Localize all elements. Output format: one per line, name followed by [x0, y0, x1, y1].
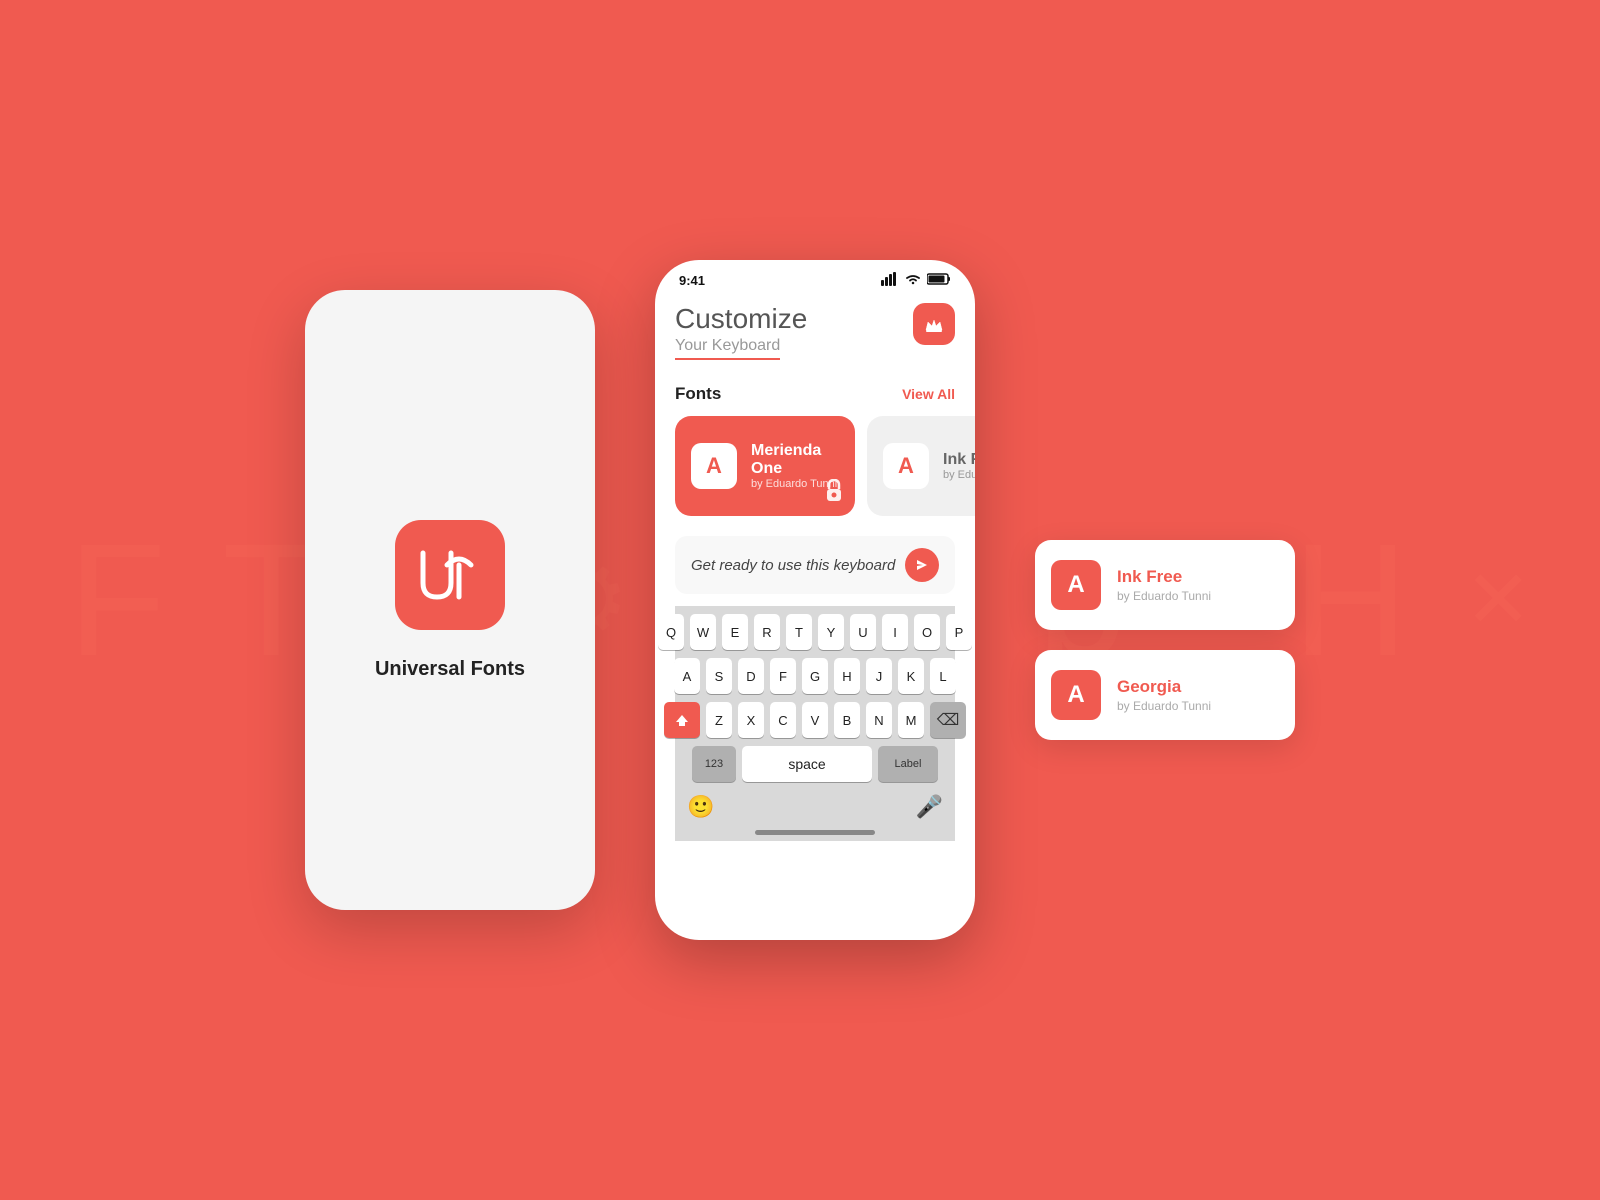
key-q[interactable]: Q	[658, 614, 684, 650]
send-button[interactable]	[905, 548, 939, 582]
main-content: Universal Fonts 9:41	[305, 260, 1295, 940]
float-font-author-inkfree: by Eduardo Tunni	[1117, 589, 1211, 603]
keyboard: Q W E R T Y U I O P A S D F G H	[675, 606, 955, 841]
key-d[interactable]: D	[738, 658, 764, 694]
key-r[interactable]: R	[754, 614, 780, 650]
float-a-icon-inkfree: A	[1051, 560, 1101, 610]
float-font-name-inkfree: Ink Free	[1117, 567, 1211, 587]
bg-letter: H	[1293, 520, 1409, 680]
keyboard-bottom-bar: 🙂 🎤	[679, 790, 951, 824]
key-g[interactable]: G	[802, 658, 828, 694]
key-h[interactable]: H	[834, 658, 860, 694]
float-font-info-georgia: Georgia by Eduardo Tunni	[1117, 677, 1211, 713]
app-name: Universal Fonts	[375, 658, 525, 681]
fonts-label: Fonts	[675, 384, 721, 404]
fonts-list: A Merienda One by Eduardo Tunni A	[675, 416, 955, 516]
space-key[interactable]: space	[742, 746, 872, 782]
fonts-section-header: Fonts View All	[675, 384, 955, 404]
bg-letter: F	[68, 520, 166, 680]
crown-button[interactable]	[913, 303, 955, 345]
key-m[interactable]: M	[898, 702, 924, 738]
key-j[interactable]: J	[866, 658, 892, 694]
font-a-icon: A	[691, 443, 737, 489]
key-l[interactable]: L	[930, 658, 956, 694]
keyboard-row-3: Z X C V B N M ⌫	[679, 702, 951, 738]
key-e[interactable]: E	[722, 614, 748, 650]
key-u[interactable]: U	[850, 614, 876, 650]
keyboard-row-2: A S D F G H J K L	[679, 658, 951, 694]
phone-content: Customize Your Keyboard Fonts View All	[655, 295, 975, 940]
key-x[interactable]: X	[738, 702, 764, 738]
floating-cards-container: A Ink Free by Eduardo Tunni A Georgia by…	[1035, 460, 1295, 740]
key-w[interactable]: W	[690, 614, 716, 650]
splash-phone: Universal Fonts	[305, 290, 595, 910]
float-font-author-georgia: by Eduardo Tunni	[1117, 699, 1211, 713]
key-f[interactable]: F	[770, 658, 796, 694]
key-b[interactable]: B	[834, 702, 860, 738]
emoji-key[interactable]: 🙂	[687, 794, 714, 820]
font-card-inkfree[interactable]: A Ink Free by Eduardo Tunni	[867, 416, 975, 516]
label-key[interactable]: Label	[878, 746, 938, 782]
key-i[interactable]: I	[882, 614, 908, 650]
app-icon	[395, 520, 505, 630]
input-text: Get ready to use this keyboard	[691, 557, 895, 574]
key-c[interactable]: C	[770, 702, 796, 738]
font-name: Merienda One	[751, 442, 839, 478]
key-a[interactable]: A	[674, 658, 700, 694]
wifi-icon	[905, 273, 921, 288]
home-indicator	[755, 830, 875, 835]
lock-icon	[825, 479, 843, 506]
shift-key[interactable]	[664, 702, 700, 738]
text-input-area[interactable]: Get ready to use this keyboard	[675, 536, 955, 594]
font-author-inactive: by Eduardo Tunni	[943, 469, 975, 481]
float-card-inkfree[interactable]: A Ink Free by Eduardo Tunni	[1035, 540, 1295, 630]
view-all-button[interactable]: View All	[902, 386, 955, 402]
key-p[interactable]: P	[946, 614, 972, 650]
numbers-key[interactable]: 123	[692, 746, 736, 782]
bg-letter: ✕	[1465, 560, 1532, 640]
font-info-inactive: Ink Free by Eduardo Tunni	[943, 451, 975, 481]
status-icons	[881, 272, 951, 289]
status-bar: 9:41	[655, 260, 975, 295]
font-a-icon-inactive: A	[883, 443, 929, 489]
float-card-georgia[interactable]: A Georgia by Eduardo Tunni	[1035, 650, 1295, 740]
key-y[interactable]: Y	[818, 614, 844, 650]
time: 9:41	[679, 273, 705, 288]
signal-icon	[881, 272, 899, 289]
float-font-info-inkfree: Ink Free by Eduardo Tunni	[1117, 567, 1211, 603]
key-o[interactable]: O	[914, 614, 940, 650]
screen-title: Customize	[675, 303, 807, 335]
delete-key[interactable]: ⌫	[930, 702, 966, 738]
key-t[interactable]: T	[786, 614, 812, 650]
key-s[interactable]: S	[706, 658, 732, 694]
float-a-icon-georgia: A	[1051, 670, 1101, 720]
keyboard-row-4: 123 space Label	[679, 746, 951, 782]
mic-key[interactable]: 🎤	[916, 794, 943, 820]
main-phone: 9:41	[655, 260, 975, 940]
battery-icon	[927, 273, 951, 288]
screen-subtitle: Your Keyboard	[675, 337, 780, 360]
key-v[interactable]: V	[802, 702, 828, 738]
float-font-name-georgia: Georgia	[1117, 677, 1211, 697]
key-k[interactable]: K	[898, 658, 924, 694]
key-n[interactable]: N	[866, 702, 892, 738]
font-card-merienda[interactable]: A Merienda One by Eduardo Tunni	[675, 416, 855, 516]
key-z[interactable]: Z	[706, 702, 732, 738]
font-name-inactive: Ink Free	[943, 451, 975, 469]
keyboard-row-1: Q W E R T Y U I O P	[679, 614, 951, 650]
